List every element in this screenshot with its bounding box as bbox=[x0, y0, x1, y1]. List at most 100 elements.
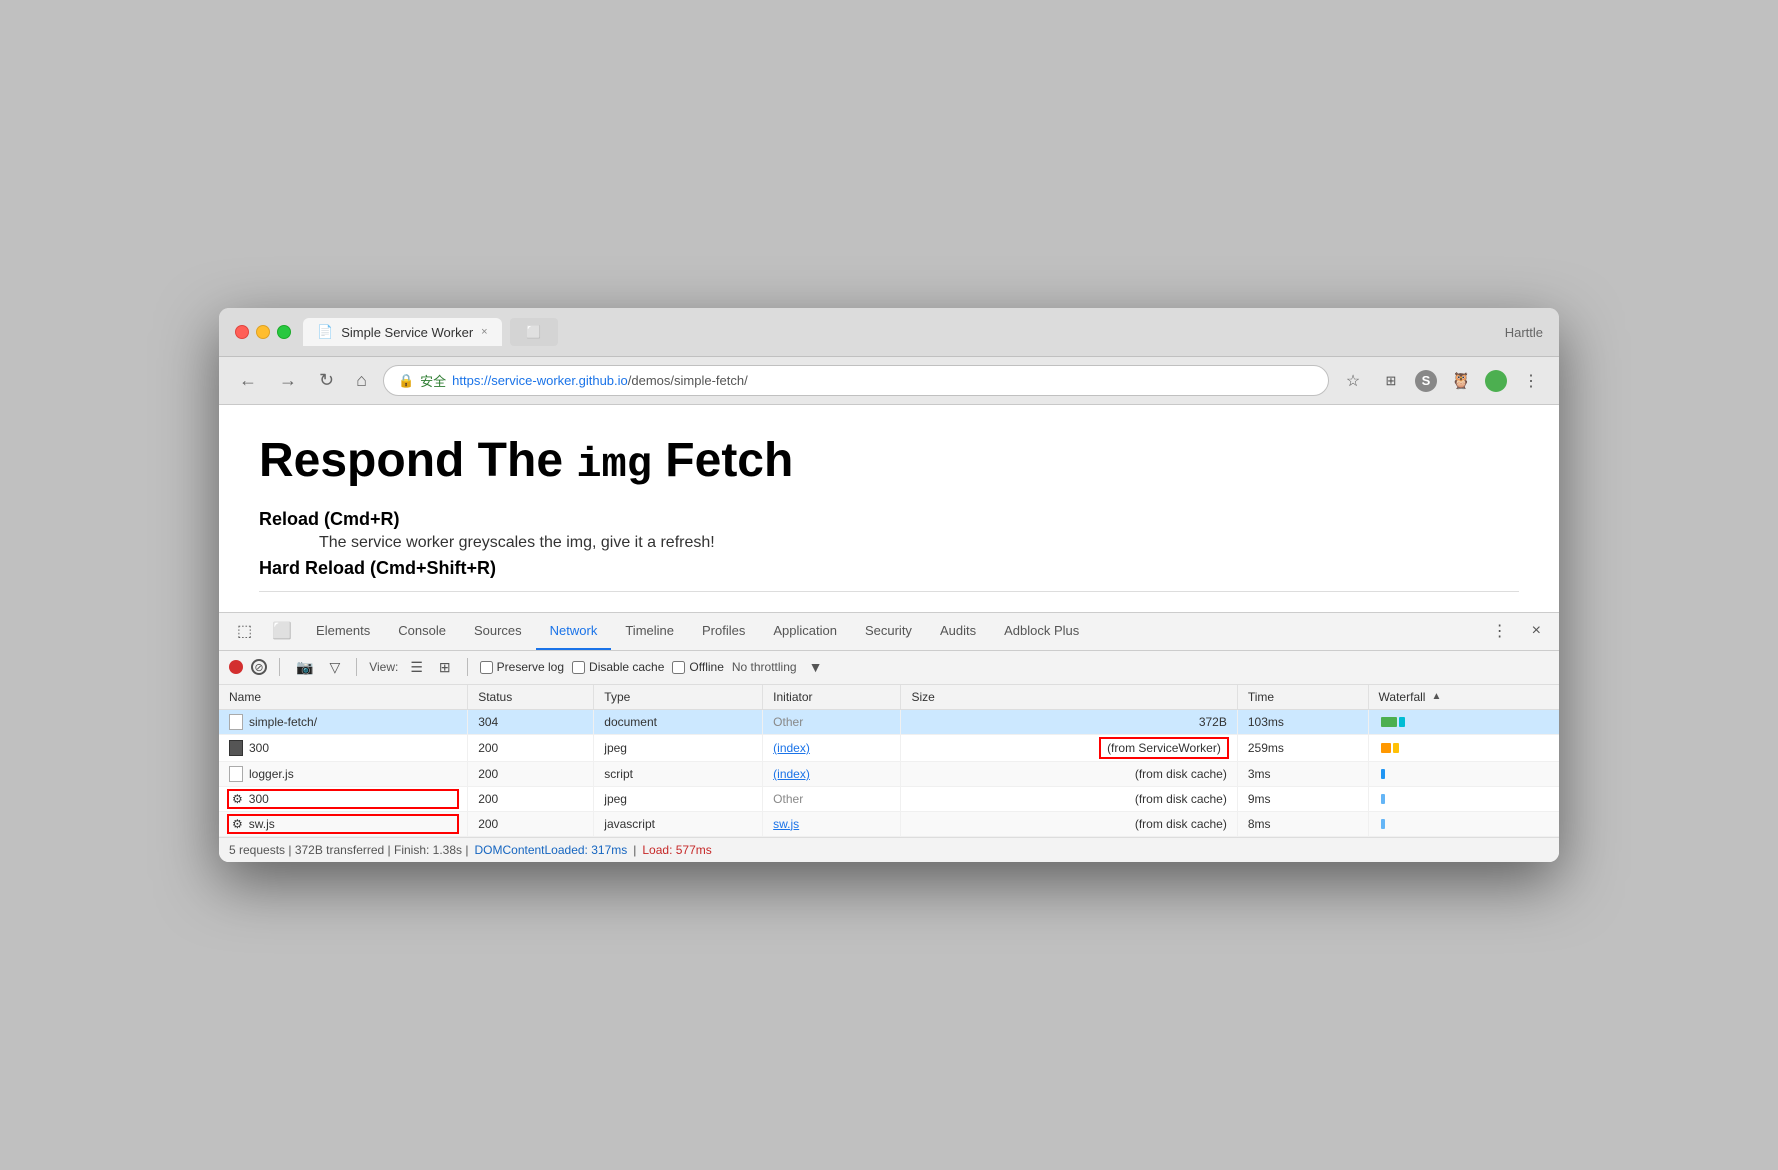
time-cell: 3ms bbox=[1237, 761, 1368, 786]
name-cell: simple-fetch/ bbox=[219, 709, 468, 734]
tab-security[interactable]: Security bbox=[851, 613, 926, 650]
name-cell: ⚙300 bbox=[219, 786, 468, 811]
tab-bar: 📄 Simple Service Worker × ⬜ bbox=[303, 318, 1493, 346]
profile-s-icon[interactable]: S bbox=[1415, 370, 1437, 392]
initiator-link[interactable]: (index) bbox=[773, 767, 810, 781]
size-cell: 372B bbox=[901, 709, 1237, 734]
device-toolbar-button[interactable]: ⬜ bbox=[262, 613, 302, 649]
initiator-cell: Other bbox=[763, 709, 901, 734]
owl-icon[interactable]: 🦉 bbox=[1447, 367, 1475, 395]
toolbar-divider-1 bbox=[279, 658, 280, 676]
time-cell: 259ms bbox=[1237, 734, 1368, 761]
time-cell: 103ms bbox=[1237, 709, 1368, 734]
home-button[interactable]: ⌂ bbox=[350, 368, 373, 393]
initiator-cell: Other bbox=[763, 786, 901, 811]
tab-sources[interactable]: Sources bbox=[460, 613, 536, 650]
url-domain: service-worker.github.io bbox=[491, 373, 628, 388]
throttle-dropdown-icon[interactable]: ▼ bbox=[805, 657, 827, 677]
tab-profiles[interactable]: Profiles bbox=[688, 613, 759, 650]
waterfall-cell bbox=[1368, 734, 1559, 761]
size-cell: (from ServiceWorker) bbox=[901, 734, 1237, 761]
tab-adblock[interactable]: Adblock Plus bbox=[990, 613, 1093, 650]
initiator-link[interactable]: sw.js bbox=[773, 817, 799, 831]
waterfall-cell bbox=[1368, 709, 1559, 734]
row-name: simple-fetch/ bbox=[249, 715, 317, 729]
gear-icon: ⚙ bbox=[232, 817, 243, 831]
maximize-button[interactable] bbox=[277, 325, 291, 339]
tab-console[interactable]: Console bbox=[384, 613, 460, 650]
devtools-more-button[interactable]: ⋮ bbox=[1482, 613, 1518, 649]
page-heading: Respond The img Fetch bbox=[259, 435, 1519, 488]
forward-button[interactable]: → bbox=[273, 368, 303, 393]
waterfall-cell bbox=[1368, 811, 1559, 836]
minimize-button[interactable] bbox=[256, 325, 270, 339]
table-row[interactable]: 300 200 jpeg (index) (from ServiceWorker… bbox=[219, 734, 1559, 761]
tab-elements[interactable]: Elements bbox=[302, 613, 384, 650]
devtools-right-icons: ⋮ × bbox=[1482, 613, 1551, 649]
row-name: sw.js bbox=[249, 817, 275, 831]
page-content: Respond The img Fetch Reload (Cmd+R) The… bbox=[219, 405, 1559, 611]
throttle-select[interactable]: No throttling bbox=[732, 660, 797, 674]
tab-timeline[interactable]: Timeline bbox=[611, 613, 688, 650]
hard-reload-heading: Hard Reload (Cmd+Shift+R) bbox=[259, 558, 1519, 592]
waterfall-sort-icon[interactable]: ▲ bbox=[1431, 691, 1441, 702]
view-group-icon[interactable]: ⊞ bbox=[435, 657, 455, 678]
reload-button[interactable]: ↻ bbox=[313, 368, 340, 393]
nav-bar: ← → ↻ ⌂ 🔒 安全 https://service-worker.gith… bbox=[219, 357, 1559, 405]
preserve-log-checkbox[interactable] bbox=[480, 661, 493, 674]
size-value: 372B bbox=[1199, 715, 1227, 729]
heading-post: Fetch bbox=[652, 434, 793, 487]
name-cell: ⚙ sw.js bbox=[219, 811, 468, 836]
name-cell: 300 bbox=[219, 734, 468, 761]
time-cell: 9ms bbox=[1237, 786, 1368, 811]
record-button[interactable] bbox=[229, 660, 243, 674]
view-label: View: bbox=[369, 660, 398, 674]
url-prefix: https:// bbox=[452, 373, 491, 388]
traffic-lights bbox=[235, 325, 291, 339]
col-time: Time bbox=[1237, 685, 1368, 710]
size-value: (from disk cache) bbox=[1135, 792, 1227, 806]
offline-checkbox[interactable] bbox=[672, 661, 685, 674]
table-row[interactable]: logger.js 200 script (index) (from disk … bbox=[219, 761, 1559, 786]
qr-icon[interactable]: ⊞ bbox=[1377, 367, 1405, 395]
table-row[interactable]: ⚙300 200 jpeg Other (from disk cache) 9m… bbox=[219, 786, 1559, 811]
close-button[interactable] bbox=[235, 325, 249, 339]
tab-application[interactable]: Application bbox=[759, 613, 851, 650]
green-circle-icon bbox=[1485, 370, 1507, 392]
time-cell: 8ms bbox=[1237, 811, 1368, 836]
video-camera-icon[interactable]: 📷 bbox=[292, 657, 317, 678]
address-bar[interactable]: 🔒 安全 https://service-worker.github.io/de… bbox=[383, 365, 1329, 396]
more-menu-button[interactable]: ⋮ bbox=[1517, 367, 1545, 395]
dom-content-loaded-text: DOMContentLoaded: 317ms bbox=[474, 843, 627, 857]
waterfall-bar bbox=[1381, 717, 1397, 727]
tab-network[interactable]: Network bbox=[536, 613, 612, 650]
size-cell: (from disk cache) bbox=[901, 761, 1237, 786]
waterfall-bar bbox=[1381, 769, 1385, 779]
tab-close-button[interactable]: × bbox=[481, 326, 487, 338]
col-size: Size bbox=[901, 685, 1237, 710]
size-value: (from disk cache) bbox=[1135, 817, 1227, 831]
row-name: logger.js bbox=[249, 767, 294, 781]
new-tab-button[interactable]: ⬜ bbox=[510, 318, 558, 346]
waterfall-cell bbox=[1368, 761, 1559, 786]
waterfall-bar bbox=[1399, 717, 1405, 727]
reload-heading: Reload (Cmd+R) bbox=[259, 509, 1519, 530]
active-tab[interactable]: 📄 Simple Service Worker × bbox=[303, 318, 502, 346]
initiator-cell: sw.js bbox=[763, 811, 901, 836]
initiator-link[interactable]: (index) bbox=[773, 741, 810, 755]
clear-button[interactable]: ⊘ bbox=[251, 659, 267, 675]
status-cell: 200 bbox=[468, 811, 594, 836]
bookmark-icon[interactable]: ☆ bbox=[1339, 367, 1367, 395]
back-button[interactable]: ← bbox=[233, 368, 263, 393]
inspect-element-button[interactable]: ⬚ bbox=[227, 613, 262, 649]
filter-icon[interactable]: ▽ bbox=[325, 657, 344, 678]
view-list-icon[interactable]: ☰ bbox=[406, 657, 427, 678]
devtools-close-button[interactable]: × bbox=[1522, 614, 1551, 648]
disable-cache-checkbox[interactable] bbox=[572, 661, 585, 674]
table-row[interactable]: ⚙sw.js 200 javascript sw.js (from disk c… bbox=[219, 811, 1559, 836]
status-bar: 5 requests | 372B transferred | Finish: … bbox=[219, 837, 1559, 862]
file-icon bbox=[229, 766, 243, 782]
devtools-tab-bar: ⬚ ⬜ Elements Console Sources Network Tim… bbox=[219, 613, 1559, 651]
tab-audits[interactable]: Audits bbox=[926, 613, 990, 650]
table-row[interactable]: simple-fetch/ 304 document Other 372B 10… bbox=[219, 709, 1559, 734]
